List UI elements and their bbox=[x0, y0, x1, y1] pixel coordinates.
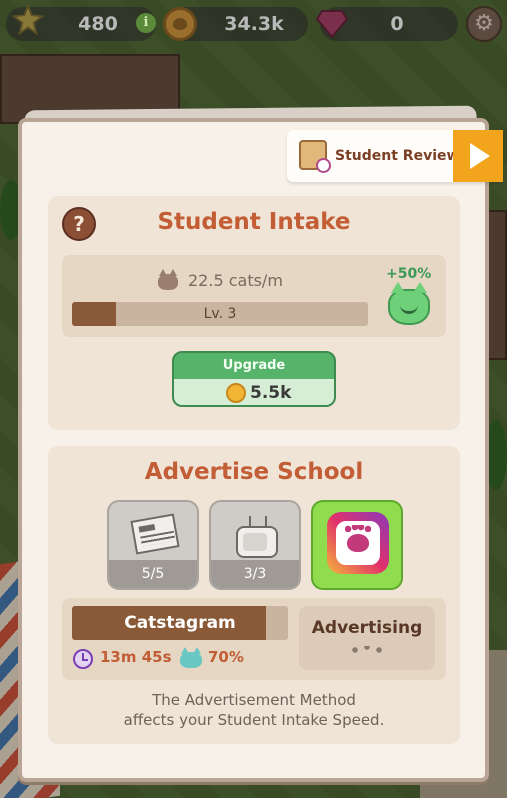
tv-count: 3/3 bbox=[211, 560, 299, 588]
tv-ad-button[interactable]: 3/3 bbox=[209, 500, 301, 590]
coins-value: 34.3k bbox=[224, 13, 284, 35]
advertise-school-title: Advertise School bbox=[144, 459, 364, 485]
tv-icon bbox=[235, 520, 279, 564]
upgrade-cost: 5.5k bbox=[250, 383, 292, 403]
info-icon[interactable]: i bbox=[136, 13, 156, 33]
clock-icon bbox=[73, 649, 93, 669]
status-bar: 480 i 34.3k 0 ⚙ bbox=[0, 0, 507, 50]
review-document-icon bbox=[299, 140, 331, 173]
intake-rate: 22.5 cats/m bbox=[188, 271, 283, 290]
ad-method-progress-bar: Catstagram bbox=[72, 606, 288, 640]
catstagram-icon bbox=[327, 512, 389, 574]
upgrade-button[interactable]: Upgrade 5.5k bbox=[172, 351, 336, 407]
level-progress-bar: Lv. 3 bbox=[72, 302, 368, 326]
cat-icon bbox=[180, 647, 202, 668]
stars-value: 480 bbox=[78, 13, 118, 35]
cat-icon bbox=[158, 269, 178, 290]
gems-value: 0 bbox=[390, 13, 404, 35]
newspaper-icon bbox=[130, 512, 180, 556]
advertising-status-button[interactable]: Advertising bbox=[299, 606, 435, 670]
coin-icon bbox=[226, 383, 246, 403]
advertising-label: Advertising bbox=[311, 618, 423, 638]
ad-time-left: 13m 45s bbox=[100, 648, 172, 666]
level-label: Lv. 3 bbox=[203, 306, 237, 322]
coin-icon bbox=[163, 7, 197, 41]
student-intake-title: Student Intake bbox=[157, 209, 351, 235]
star-icon bbox=[12, 3, 44, 36]
loading-dots-icon bbox=[351, 646, 383, 654]
newspaper-count: 5/5 bbox=[109, 560, 197, 588]
student-review-label: Student Review bbox=[335, 148, 460, 164]
ad-percent: 70% bbox=[208, 648, 244, 666]
description-line-2: affects your Student Intake Speed. bbox=[123, 711, 385, 729]
catstagram-ad-button[interactable] bbox=[311, 500, 403, 590]
paw-icon bbox=[345, 525, 371, 552]
newspaper-ad-button[interactable]: 5/5 bbox=[107, 500, 199, 590]
description-line-1: The Advertisement Method bbox=[152, 691, 356, 709]
upgrade-cost-row: 5.5k bbox=[174, 379, 334, 405]
gem-icon bbox=[315, 9, 349, 39]
happy-green-cat-icon bbox=[388, 282, 430, 325]
current-ad-method: Catstagram bbox=[124, 613, 236, 633]
play-arrow-icon[interactable] bbox=[453, 130, 503, 182]
advertise-description: The Advertisement Method affects your St… bbox=[48, 690, 460, 730]
upgrade-label: Upgrade bbox=[222, 358, 286, 373]
settings-gear-icon[interactable]: ⚙ bbox=[466, 6, 502, 42]
bonus-percent: +50% bbox=[386, 266, 432, 282]
